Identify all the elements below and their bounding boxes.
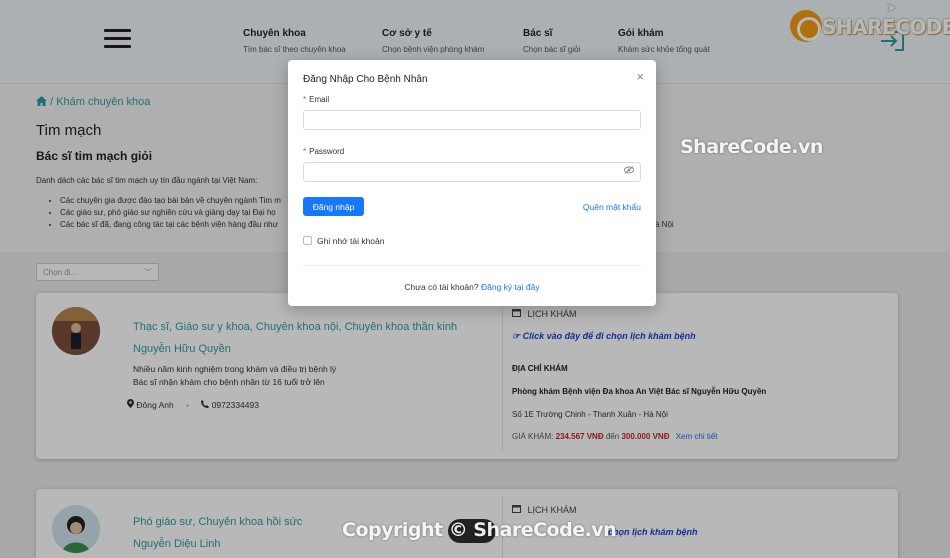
remember-label: Ghi nhớ tài khoản <box>317 236 385 246</box>
watermark-top: ShareCode.vn <box>680 136 823 158</box>
email-field[interactable] <box>303 110 641 130</box>
password-label: * Password <box>303 147 344 156</box>
email-label-text: Email <box>309 95 330 104</box>
email-label: * Email <box>303 95 329 104</box>
forgot-password-link[interactable]: Quên mật khẩu <box>583 202 641 212</box>
modal-title: Đăng Nhập Cho Bệnh Nhân <box>303 74 428 85</box>
password-label-text: Password <box>309 147 345 156</box>
register-prompt: Chưa có tài khoản? Đăng ký tại đây <box>288 282 656 292</box>
login-button[interactable]: Đăng nhập <box>303 197 364 216</box>
register-prompt-text: Chưa có tài khoản? <box>404 282 479 292</box>
password-field[interactable] <box>303 162 641 182</box>
patient-login-modal: Đăng Nhập Cho Bệnh Nhân × * Email * Passwo… <box>288 60 656 306</box>
remember-checkbox[interactable] <box>303 236 312 245</box>
register-link[interactable]: Đăng ký tại đây <box>481 282 540 292</box>
close-icon[interactable]: × <box>636 69 644 84</box>
required-mark: * <box>303 147 307 156</box>
remember-me[interactable]: Ghi nhớ tài khoản <box>303 236 384 246</box>
modal-divider <box>303 265 641 266</box>
eye-icon[interactable] <box>624 166 634 174</box>
watermark-bottom: Copyright © ShareCode.vn <box>342 519 617 541</box>
required-mark: * <box>303 95 307 104</box>
